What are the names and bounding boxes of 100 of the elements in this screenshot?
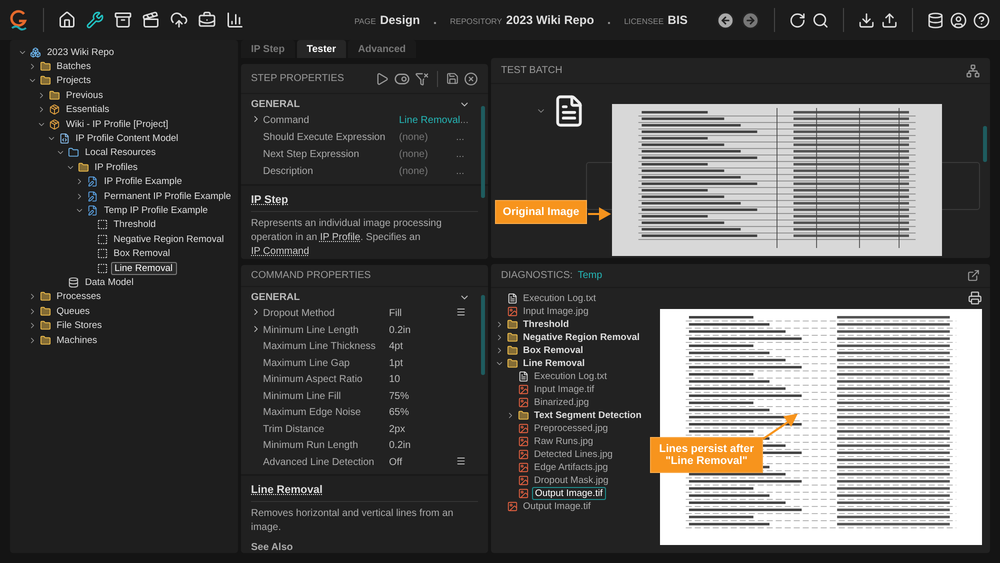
tree-item[interactable]: IP Profiles bbox=[92, 162, 141, 173]
image-icon bbox=[507, 500, 518, 512]
resources-icon bbox=[68, 147, 79, 158]
tree-item[interactable]: Execution Log.txt bbox=[521, 292, 598, 304]
tree-item[interactable]: Execution Log.txt bbox=[532, 370, 609, 382]
scrollbar[interactable] bbox=[481, 106, 485, 198]
property-value[interactable]: (none) bbox=[399, 166, 456, 177]
field-label: LICENSEE bbox=[624, 17, 664, 26]
property-value[interactable]: 75% bbox=[389, 390, 456, 402]
tree-item[interactable]: Input Image.tif bbox=[532, 384, 596, 395]
help-link[interactable]: IP Command bbox=[251, 246, 310, 257]
tree-item[interactable]: Threshold bbox=[521, 318, 571, 330]
menu-icon[interactable] bbox=[456, 456, 466, 466]
property-value[interactable]: Fill bbox=[389, 308, 456, 320]
clear-filter-icon[interactable] bbox=[415, 72, 429, 86]
open-external-icon[interactable] bbox=[967, 268, 980, 282]
property-value[interactable]: (none) bbox=[399, 149, 456, 160]
toggle-icon[interactable] bbox=[394, 70, 410, 86]
property-value[interactable]: 2px bbox=[389, 424, 456, 435]
archive-icon[interactable] bbox=[112, 11, 134, 29]
diagnostics-value[interactable]: Temp bbox=[578, 270, 602, 281]
tab[interactable]: Advanced bbox=[348, 40, 416, 58]
callout-arrow bbox=[763, 415, 797, 441]
tree-item[interactable]: Negative Region Removal bbox=[521, 332, 642, 343]
user-icon[interactable] bbox=[950, 12, 967, 28]
tree-item[interactable]: Edge Artifacts.jpg bbox=[532, 462, 610, 473]
tree-item[interactable]: Processes bbox=[54, 291, 104, 302]
tree-item[interactable]: Box Removal bbox=[110, 248, 173, 260]
help-text: Removes horizontal and vertical lines from an image. bbox=[251, 507, 454, 536]
cloud-icon[interactable] bbox=[168, 11, 190, 29]
tree-item[interactable]: Box Removal bbox=[521, 344, 586, 356]
property-value[interactable]: (none) bbox=[399, 132, 456, 143]
field-label: REPOSITORY bbox=[450, 17, 502, 26]
tree-item[interactable]: 2023 Wiki Repo bbox=[44, 46, 118, 58]
download-icon[interactable] bbox=[858, 12, 875, 28]
upload-icon[interactable] bbox=[881, 12, 898, 28]
tree-item[interactable]: Previous bbox=[63, 90, 106, 101]
property-value[interactable]: 10 bbox=[389, 374, 456, 386]
property-value[interactable]: Off bbox=[389, 456, 456, 468]
briefcase-icon[interactable] bbox=[196, 11, 218, 29]
tree-item[interactable]: IP Profile Example bbox=[101, 176, 185, 188]
save-icon[interactable] bbox=[446, 72, 459, 85]
more-button[interactable]: ... bbox=[460, 115, 474, 126]
image-icon bbox=[518, 384, 529, 395]
close-icon[interactable] bbox=[464, 72, 478, 86]
tree-item[interactable]: Text Segment Detection bbox=[532, 410, 644, 421]
tree-item[interactable]: Output Image.tif bbox=[532, 486, 606, 500]
property-value[interactable]: 65% bbox=[389, 407, 456, 418]
forward-icon[interactable] bbox=[741, 10, 760, 30]
property-value[interactable]: Line Removal bbox=[399, 115, 460, 126]
help-link[interactable]: IP Profile bbox=[320, 232, 360, 243]
tree-item[interactable]: Data Model bbox=[82, 276, 137, 288]
callout-arrow bbox=[588, 209, 610, 219]
tab[interactable]: IP Step bbox=[241, 40, 295, 58]
more-button[interactable]: ... bbox=[456, 132, 470, 143]
property-value[interactable]: 0.2in bbox=[389, 324, 456, 336]
tree-item[interactable]: Negative Region Removal bbox=[110, 234, 227, 245]
property-value[interactable]: 1pt bbox=[389, 358, 456, 369]
refresh-icon[interactable] bbox=[789, 12, 806, 28]
print-icon[interactable] bbox=[968, 290, 982, 305]
database-icon[interactable] bbox=[927, 12, 944, 28]
property-value[interactable]: 4pt bbox=[389, 341, 456, 352]
property-value[interactable]: 0.2in bbox=[389, 440, 456, 452]
tree-item[interactable]: Local Resources bbox=[82, 147, 159, 158]
panel-title: TEST BATCH bbox=[501, 65, 564, 76]
tree-item[interactable]: IP Profile Content Model bbox=[72, 133, 182, 144]
back-icon[interactable] bbox=[716, 10, 735, 30]
tools-icon[interactable] bbox=[84, 11, 106, 29]
tree-item[interactable]: Output Image.tif bbox=[521, 500, 593, 512]
tree-item[interactable]: Queues bbox=[54, 306, 93, 317]
tree-item[interactable]: Dropout Mask.jpg bbox=[532, 474, 610, 486]
help-icon[interactable] bbox=[973, 12, 990, 28]
tree-item[interactable]: Preprocessed.jpg bbox=[532, 422, 610, 434]
tree-item[interactable]: Temp IP Profile Example bbox=[101, 204, 211, 216]
tree-item[interactable]: Raw Runs.jpg bbox=[532, 436, 596, 447]
play-icon[interactable] bbox=[375, 72, 389, 86]
search-icon[interactable] bbox=[812, 12, 829, 28]
menu-icon[interactable] bbox=[456, 307, 466, 318]
tree-item[interactable]: Machines bbox=[54, 334, 100, 346]
tree-item[interactable]: Batches bbox=[54, 61, 94, 72]
scrollbar[interactable] bbox=[983, 126, 987, 162]
tree-item[interactable]: Line Removal bbox=[110, 262, 177, 275]
scrollbar[interactable] bbox=[481, 295, 485, 376]
tree-item[interactable]: Detected Lines.jpg bbox=[532, 448, 615, 460]
tab[interactable]: Tester bbox=[296, 40, 346, 58]
tree-item[interactable]: Wiki - IP Profile [Project] bbox=[63, 118, 172, 130]
panel-title: COMMAND PROPERTIES bbox=[251, 270, 372, 282]
logo-icon[interactable] bbox=[10, 9, 28, 31]
tree-item[interactable]: Projects bbox=[54, 75, 94, 86]
folder-icon bbox=[40, 334, 50, 346]
hierarchy-icon[interactable] bbox=[966, 64, 980, 78]
tree-item[interactable]: File Stores bbox=[54, 320, 105, 332]
more-button[interactable]: ... bbox=[456, 166, 470, 177]
more-button[interactable]: ... bbox=[456, 149, 470, 160]
tree-item[interactable]: Threshold bbox=[110, 219, 159, 230]
tree-item[interactable]: Essentials bbox=[63, 104, 112, 116]
tree-item[interactable]: Line Removal bbox=[521, 358, 587, 369]
tree-item[interactable]: Input Image.jpg bbox=[521, 306, 590, 317]
tree-item[interactable]: Binarized.jpg bbox=[532, 396, 591, 408]
tree-item[interactable]: Permanent IP Profile Example bbox=[101, 190, 234, 202]
